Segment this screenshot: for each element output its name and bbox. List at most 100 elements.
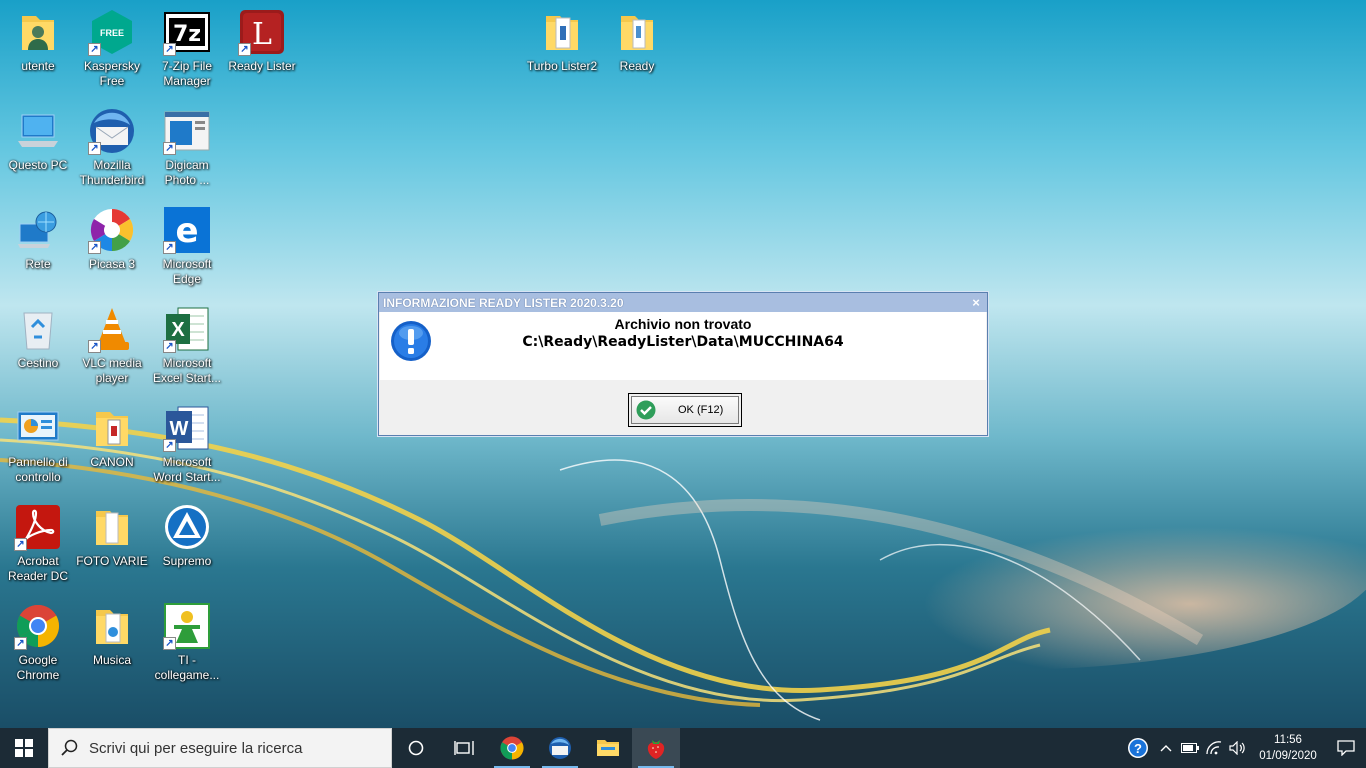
- desktop-icon-kaspersky[interactable]: FREE ↗ Kaspersky Free: [74, 8, 150, 104]
- shortcut-arrow-icon: ↗: [88, 43, 101, 56]
- file-explorer-icon: [597, 740, 619, 756]
- dialog-titlebar[interactable]: INFORMAZIONE READY LISTER 2020.3.20 ×: [379, 293, 987, 312]
- ok-button-label: OK (F12): [678, 404, 724, 416]
- desktop-icon-musica[interactable]: Musica: [74, 602, 150, 698]
- desktop-icon-questo-pc[interactable]: Questo PC: [0, 107, 76, 203]
- desktop-icon-digicam[interactable]: ↗ Digicam Photo ...: [149, 107, 225, 203]
- desktop-icon-label: Mozilla Thunderbird: [79, 158, 145, 187]
- digicam-icon: ↗: [163, 107, 211, 155]
- thunderbird-icon: [549, 737, 571, 759]
- shortcut-arrow-icon: ↗: [14, 538, 27, 551]
- battery-tray-button[interactable]: [1178, 728, 1202, 768]
- ti-app-icon: ↗: [163, 602, 211, 650]
- shortcut-arrow-icon: ↗: [163, 241, 176, 254]
- desktop-icon-picasa[interactable]: ↗ Picasa 3: [74, 206, 150, 302]
- notification-icon: [1337, 740, 1355, 756]
- task-view-button[interactable]: [440, 728, 488, 768]
- picasa-icon: ↗: [88, 206, 136, 254]
- action-center-button[interactable]: [1326, 728, 1366, 768]
- desktop-icon-label: Picasa 3: [88, 257, 136, 271]
- shortcut-arrow-icon: ↗: [163, 142, 176, 155]
- show-hidden-icons-button[interactable]: [1154, 728, 1178, 768]
- desktop-icon-label: Ready: [619, 59, 655, 73]
- svg-text:X: X: [171, 319, 185, 341]
- help-icon: ?: [1128, 738, 1148, 758]
- desktop-icon-utente[interactable]: utente: [0, 8, 76, 104]
- kaspersky-icon: FREE ↗: [88, 8, 136, 56]
- desktop-icon-label: Microsoft Word Start...: [153, 455, 221, 484]
- shortcut-arrow-icon: ↗: [88, 340, 101, 353]
- ok-button[interactable]: OK (F12): [628, 393, 742, 427]
- ready-lister-icon: L ↗: [238, 8, 286, 56]
- taskbar-clock[interactable]: 11:56 01/09/2020: [1250, 732, 1326, 764]
- help-tray-button[interactable]: ?: [1122, 728, 1154, 768]
- start-button[interactable]: [0, 728, 48, 768]
- taskbar-chrome[interactable]: [488, 728, 536, 768]
- recycle-bin-icon: [14, 305, 62, 353]
- check-icon: [636, 400, 656, 420]
- desktop-icon-thunderbird[interactable]: ↗ Mozilla Thunderbird: [74, 107, 150, 203]
- taskbar-file-explorer[interactable]: [584, 728, 632, 768]
- dialog-title: INFORMAZIONE READY LISTER 2020.3.20: [383, 295, 624, 310]
- desktop-icon-label: Digicam Photo ...: [164, 158, 210, 187]
- dialog-body: Archivio non trovato C:\Ready\ReadyListe…: [380, 312, 986, 380]
- desktop-icon-edge[interactable]: e ↗ Microsoft Edge: [149, 206, 225, 302]
- desktop-icon-ti[interactable]: ↗ TI - collegame...: [149, 602, 225, 698]
- desktop-icon-ready-lister[interactable]: L ↗ Ready Lister: [224, 8, 300, 104]
- info-dialog: INFORMAZIONE READY LISTER 2020.3.20 × Ar…: [378, 292, 988, 436]
- desktop-icon-vlc[interactable]: ↗ VLC media player: [74, 305, 150, 401]
- desktop-icon-acrobat[interactable]: ↗ Acrobat Reader DC: [0, 503, 76, 599]
- desktop-icon-label: Ready Lister: [228, 59, 296, 73]
- desktop-icon-7zip[interactable]: 7z ↗ 7-Zip File Manager: [149, 8, 225, 104]
- desktop-icon-turbo-lister[interactable]: Turbo Lister2: [524, 8, 600, 104]
- desktop-icon-label: Kaspersky Free: [83, 59, 141, 88]
- desktop-icon-cestino[interactable]: Cestino: [0, 305, 76, 401]
- word-icon: W ↗: [163, 404, 211, 452]
- folder-icon: [88, 503, 136, 551]
- search-icon: [61, 739, 78, 756]
- svg-text:L: L: [252, 17, 272, 52]
- desktop-icon-supremo[interactable]: Supremo: [149, 503, 225, 599]
- desktop-icon-canon[interactable]: CANON: [74, 404, 150, 500]
- svg-text:FREE: FREE: [100, 28, 124, 38]
- desktop-icon-label: Musica: [92, 653, 131, 667]
- desktop-icon-label: Pannello di controllo: [8, 455, 68, 484]
- taskbar-thunderbird[interactable]: [536, 728, 584, 768]
- battery-icon: [1181, 743, 1199, 753]
- computer-icon: [14, 107, 62, 155]
- shortcut-arrow-icon: ↗: [163, 43, 176, 56]
- desktop-icon-ready[interactable]: Ready: [599, 8, 675, 104]
- speaker-icon: [1229, 741, 1245, 755]
- shortcut-arrow-icon: ↗: [163, 439, 176, 452]
- desktop-icon-pannello[interactable]: Pannello di controllo: [0, 404, 76, 500]
- desktop-icon-label: TI - collegame...: [154, 653, 220, 682]
- shortcut-arrow-icon: ↗: [88, 142, 101, 155]
- network-tray-button[interactable]: [1202, 728, 1226, 768]
- chrome-icon: [500, 736, 524, 760]
- acrobat-reader-icon: ↗: [14, 503, 62, 551]
- shortcut-arrow-icon: ↗: [238, 43, 251, 56]
- desktop-icon-word[interactable]: W ↗ Microsoft Word Start...: [149, 404, 225, 500]
- desktop-icon-label: Acrobat Reader DC: [7, 554, 69, 583]
- close-icon[interactable]: ×: [969, 295, 983, 310]
- volume-tray-button[interactable]: [1226, 728, 1250, 768]
- taskbar-ready-lister[interactable]: [632, 728, 680, 768]
- shortcut-arrow-icon: ↗: [163, 340, 176, 353]
- desktop-icon-label: Supremo: [162, 554, 212, 568]
- desktop-icon-label: Turbo Lister2: [526, 59, 598, 73]
- task-view-icon: [454, 741, 474, 755]
- desktop-icon-excel[interactable]: X ↗ Microsoft Excel Start...: [149, 305, 225, 401]
- dialog-message-path: C:\Ready\ReadyLister\Data\MUCCHINA64: [522, 334, 844, 350]
- desktop-icon-rete[interactable]: Rete: [0, 206, 76, 302]
- cortana-button[interactable]: [392, 728, 440, 768]
- folder-icon: [88, 404, 136, 452]
- desktop-icon-chrome[interactable]: ↗ Google Chrome: [0, 602, 76, 698]
- exclamation-info-icon: [391, 321, 431, 361]
- search-box[interactable]: Scrivi qui per eseguire la ricerca: [48, 728, 392, 768]
- dialog-message-title: Archivio non trovato: [614, 316, 752, 332]
- 7zip-icon: 7z ↗: [163, 8, 211, 56]
- desktop-icon-label: VLC media player: [82, 356, 142, 385]
- desktop-icon-foto-varie[interactable]: FOTO VARIE: [74, 503, 150, 599]
- desktop-icon-label: Microsoft Excel Start...: [152, 356, 222, 385]
- cortana-circle-icon: [408, 740, 424, 756]
